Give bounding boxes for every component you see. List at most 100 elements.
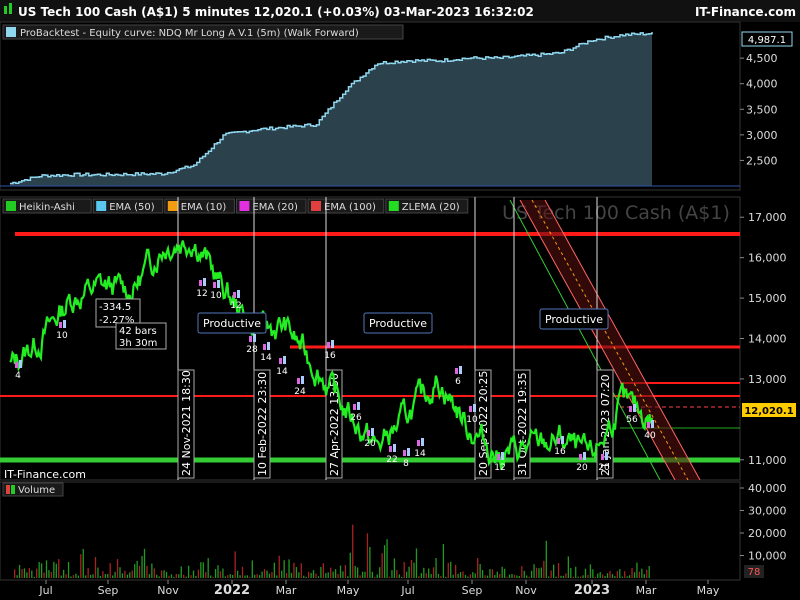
volume-bar: [85, 575, 87, 578]
volume-bar: [33, 576, 35, 578]
volume-bar: [435, 558, 437, 578]
volume-bar: [401, 576, 403, 578]
buy-marker: [469, 406, 472, 412]
volume-bar: [526, 575, 528, 578]
buy-marker: [249, 336, 252, 342]
volume-bar: [158, 576, 160, 578]
volume-bar: [587, 574, 589, 578]
volume-bar: [222, 568, 224, 578]
volume-bar: [604, 575, 606, 578]
volume-bar: [317, 576, 320, 578]
volume-bar: [217, 565, 219, 578]
volume-bar: [479, 564, 481, 578]
marker-label: 14: [414, 449, 426, 459]
sell-marker: [459, 366, 462, 374]
volume-y-tick-label: 10,000: [748, 550, 787, 563]
buy-marker: [59, 322, 62, 328]
volume-bar: [212, 576, 214, 578]
equity-y-tick-label: 4,000: [746, 78, 778, 91]
volume-bar: [126, 574, 128, 578]
volume-bar: [557, 563, 560, 578]
volume-bar: [641, 568, 643, 578]
volume-y-tick-label: 30,000: [748, 505, 787, 518]
volume-bar: [577, 576, 579, 578]
volume-bar: [489, 569, 491, 578]
sell-marker: [473, 404, 476, 412]
volume-bar: [562, 575, 565, 578]
volume-panel: Volume 40,000 30,000 20,000 10,000 78: [0, 481, 787, 581]
volume-bar: [646, 569, 648, 578]
buy-marker: [15, 362, 18, 368]
volume-bar: [315, 573, 317, 578]
volume-bar: [467, 576, 469, 578]
volume-bar: [545, 540, 547, 578]
volume-bar: [376, 574, 378, 578]
volume-last-value: 78: [748, 567, 761, 578]
volume-bar: [202, 562, 204, 578]
volume-bar: [53, 561, 55, 578]
volume-bar: [504, 568, 506, 578]
volume-bar: [143, 548, 146, 578]
sell-marker: [393, 444, 396, 452]
volume-bar: [354, 566, 356, 578]
volume-bar: [168, 575, 170, 578]
volume-bar: [325, 573, 327, 578]
chart-title: US Tech 100 Cash (A$1) 5 minutes 12,020.…: [18, 5, 534, 19]
volume-bar: [352, 524, 354, 578]
volume-bar: [43, 572, 45, 578]
volume-bar: [261, 571, 263, 578]
drop-value: -334.5: [99, 302, 131, 313]
volume-bar: [570, 568, 572, 578]
volume-bar: [124, 570, 126, 578]
x-tick-label: Nov: [515, 584, 537, 597]
chart-type-icon: [4, 6, 7, 14]
volume-bar: [602, 574, 604, 578]
volume-bar: [281, 570, 283, 578]
sell-marker: [561, 436, 564, 444]
volume-bar: [185, 576, 187, 578]
marker-label: 10: [210, 291, 222, 301]
volume-bar: [156, 574, 158, 578]
volume-y-tick-label: 20,000: [748, 527, 787, 540]
volume-bar: [575, 566, 577, 578]
volume-bar: [21, 569, 23, 578]
volume-bar: [543, 560, 545, 578]
current-price: 12,020.1: [744, 406, 793, 417]
x-tick-label: Sep: [98, 584, 119, 597]
buy-marker: [629, 406, 632, 412]
volume-bar: [293, 562, 295, 578]
volume-bar: [599, 572, 601, 578]
equity-y-axis: 4,500 4,000 3,500 3,000 2,500: [740, 52, 778, 167]
marker-label: 12: [494, 463, 505, 473]
volume-bar: [136, 560, 138, 578]
volume-bar: [462, 571, 464, 578]
buy-marker: [497, 454, 500, 460]
equity-panel: ProBacktest - Equity curve: NDQ Mr Long …: [0, 21, 793, 191]
volume-bar: [398, 574, 400, 578]
marker-label: 16: [554, 447, 566, 457]
volume-bar: [224, 576, 226, 578]
volume-bar: [550, 570, 552, 578]
volume-bar: [210, 575, 212, 578]
volume-bar: [268, 573, 271, 578]
volume-bar: [611, 574, 614, 578]
volume-bar: [295, 567, 298, 578]
buy-marker: [579, 454, 582, 460]
volume-bar: [197, 569, 200, 578]
volume-bar: [626, 576, 628, 578]
volume-bar: [305, 576, 307, 578]
volume-bar: [195, 575, 197, 578]
volume-bar: [432, 567, 435, 578]
volume-bar: [207, 558, 209, 578]
volume-bar: [631, 568, 633, 578]
volume-bar: [643, 574, 645, 578]
volume-bar: [241, 566, 244, 578]
volume-bar: [67, 561, 70, 578]
volume-bar: [533, 564, 535, 578]
legend-label: ZLEMA (20): [402, 202, 460, 213]
buy-marker: [327, 342, 330, 348]
volume-bar: [538, 568, 540, 578]
volume-bar: [119, 567, 121, 578]
sell-marker: [217, 280, 220, 288]
sell-marker: [407, 448, 410, 456]
